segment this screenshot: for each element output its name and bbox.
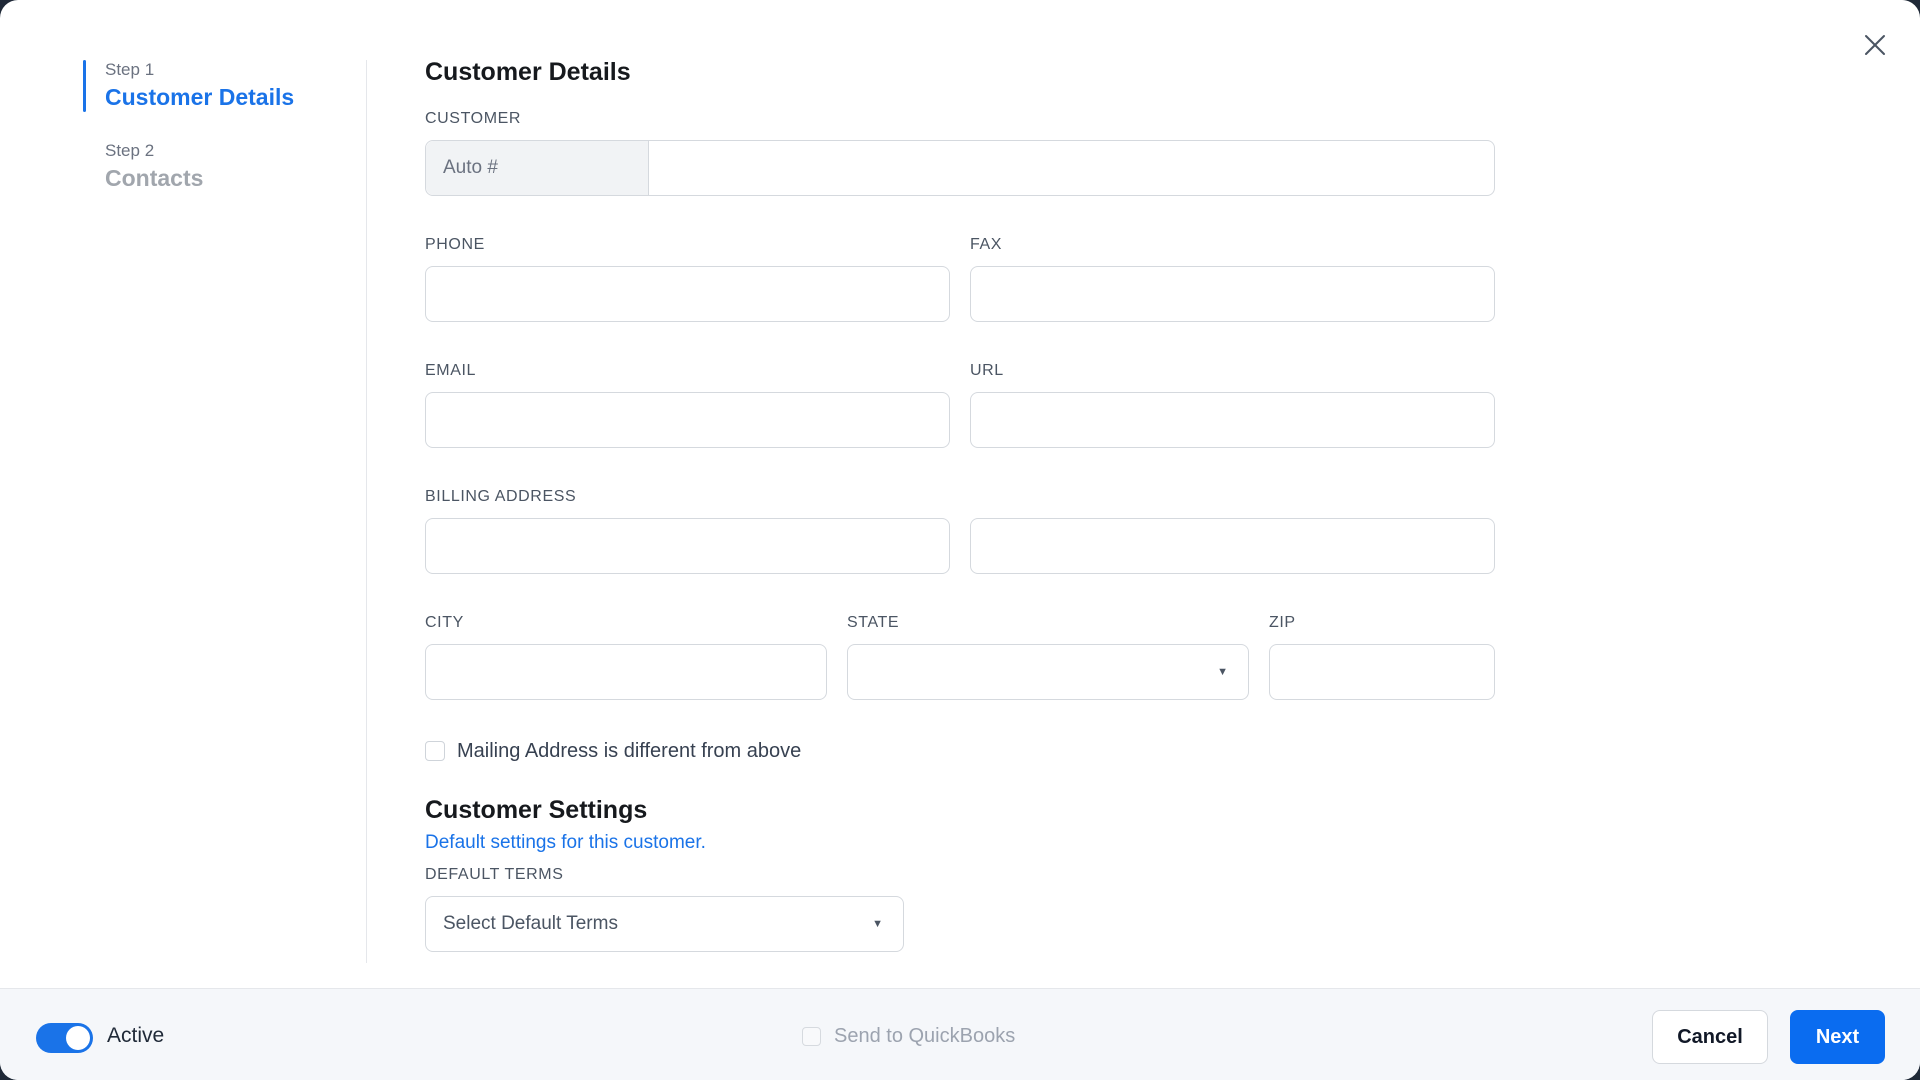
stepper: Step 1 Customer Details Step 2 Contacts (83, 60, 313, 222)
send-to-quickbooks-label: Send to QuickBooks (834, 1025, 1016, 1047)
section-title: Customer Details (425, 58, 631, 86)
step-number: Step 2 (105, 141, 155, 160)
close-button[interactable] (1857, 27, 1893, 63)
phone-field (425, 266, 950, 322)
fax-label: FAX (970, 236, 1003, 253)
billing-address-line1-field (425, 518, 950, 574)
default-terms-placeholder: Select Default Terms (443, 913, 618, 934)
billing-address-line2-field (970, 518, 1495, 574)
step-title: Customer Details (105, 84, 295, 110)
zip-input[interactable] (1270, 645, 1494, 699)
phone-label: PHONE (425, 236, 485, 253)
mailing-address-checkbox[interactable] (425, 741, 445, 761)
billing-address-line1-input[interactable] (426, 519, 949, 573)
caret-down-icon: ▼ (1217, 666, 1228, 678)
mailing-address-checkbox-label: Mailing Address is different from above (457, 740, 802, 762)
step-number: Step 1 (105, 60, 155, 79)
settings-title: Customer Settings (425, 796, 648, 824)
step-customer-details[interactable]: Step 1 Customer Details (83, 60, 313, 112)
fax-field (970, 266, 1495, 322)
customer-field: Auto # (425, 140, 1495, 196)
next-button[interactable]: Next (1790, 1010, 1885, 1064)
default-terms-select[interactable]: Select Default Terms ▼ (425, 896, 904, 952)
zip-label: ZIP (1269, 614, 1296, 631)
email-field (425, 392, 950, 448)
stepper-divider (366, 60, 367, 963)
billing-address-label: BILLING ADDRESS (425, 488, 577, 505)
city-field (425, 644, 827, 700)
caret-down-icon: ▼ (872, 918, 883, 930)
state-label: STATE (847, 614, 900, 631)
send-to-quickbooks-checkbox[interactable] (802, 1027, 821, 1046)
toggle-knob (66, 1026, 90, 1050)
active-toggle[interactable] (36, 1023, 93, 1053)
step-title: Contacts (105, 165, 204, 191)
city-input[interactable] (426, 645, 826, 699)
zip-field (1269, 644, 1495, 700)
phone-input[interactable] (426, 267, 949, 321)
customer-name-input[interactable] (649, 141, 1494, 195)
active-step-indicator (83, 60, 86, 112)
fax-input[interactable] (971, 267, 1494, 321)
state-select[interactable]: ▼ (847, 644, 1249, 700)
url-label: URL (970, 362, 1004, 379)
email-input[interactable] (426, 393, 949, 447)
url-input[interactable] (971, 393, 1494, 447)
modal-footer: Active Send to QuickBooks Cancel Next (0, 988, 1920, 1080)
city-label: CITY (425, 614, 464, 631)
customer-label: CUSTOMER (425, 110, 522, 127)
close-icon (1865, 35, 1885, 55)
active-toggle-label: Active (107, 1024, 165, 1047)
default-terms-label: DEFAULT TERMS (425, 866, 564, 883)
email-label: EMAIL (425, 362, 477, 379)
new-customer-modal: Step 1 Customer Details Step 2 Contacts … (0, 0, 1920, 1080)
billing-address-line2-input[interactable] (971, 519, 1494, 573)
url-field (970, 392, 1495, 448)
cancel-button[interactable]: Cancel (1652, 1010, 1768, 1064)
settings-subtitle: Default settings for this customer. (425, 832, 706, 853)
step-contacts[interactable]: Step 2 Contacts (83, 141, 313, 193)
customer-number-prefix: Auto # (426, 141, 649, 195)
